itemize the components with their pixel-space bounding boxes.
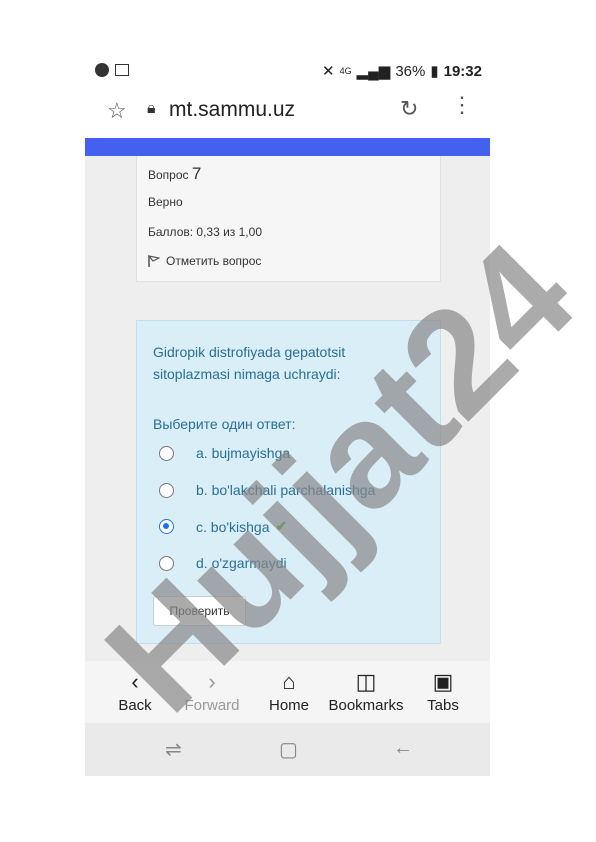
- mute-icon: ✕: [322, 63, 335, 80]
- question-number: Вопрос 7: [148, 164, 202, 183]
- back-arrow-icon: ‹: [131, 669, 139, 694]
- question-text: Gidropik distrofiyada gepatotsit sitopla…: [153, 344, 346, 382]
- signal-icon: ▂▄▆: [356, 63, 391, 80]
- phone-screen: ✕ 4G ▂▄▆ 36% ▮ 19:32 ☆ 🔒︎ mt.sammu.uz ↻ …: [85, 56, 490, 776]
- lock-icon: 🔒︎: [147, 100, 156, 117]
- radio-button[interactable]: [159, 445, 174, 461]
- radio-button-selected[interactable]: [159, 519, 174, 534]
- tabs-icon: ▣: [432, 669, 454, 694]
- answer-option[interactable]: b. bo'lakchali parchalanishga: [159, 482, 375, 498]
- home-icon: ⌂: [282, 669, 296, 694]
- answer-prompt: Выберите один ответ:: [153, 416, 296, 432]
- browser-nav-bar: ‹ Back › Forward ⌂ Home ◫ Bookmarks ▣ Ta…: [85, 661, 490, 723]
- image-notification-icon: [115, 64, 129, 76]
- page-content: Вопрос 7 Верно Баллов: 0,33 из 1,00 Отме…: [85, 156, 490, 661]
- question-state: Верно: [148, 195, 183, 209]
- nav-back[interactable]: ‹ Back: [95, 667, 175, 714]
- nav-bookmarks[interactable]: ◫ Bookmarks: [326, 667, 406, 714]
- bookmarks-icon: ◫: [355, 669, 377, 694]
- nav-tabs[interactable]: ▣ Tabs: [403, 667, 483, 714]
- battery-icon: ▮: [430, 63, 439, 80]
- system-nav-bar: ⇌ ▢ ←: [85, 723, 490, 776]
- recents-icon[interactable]: ⇌: [165, 737, 182, 762]
- network-type: 4G: [339, 66, 352, 76]
- home-button-icon[interactable]: ▢: [279, 737, 298, 762]
- flag-question-link[interactable]: Отметить вопрос: [148, 254, 261, 268]
- app-notification-icon: [95, 63, 109, 77]
- system-back-icon[interactable]: ←: [393, 737, 413, 760]
- reload-icon[interactable]: ↻: [400, 96, 418, 122]
- question-mark: Баллов: 0,33 из 1,00: [148, 225, 262, 239]
- nav-home[interactable]: ⌂ Home: [249, 667, 329, 714]
- site-header-bar: [85, 138, 490, 156]
- clock: 19:32: [443, 62, 482, 80]
- more-menu-icon[interactable]: ⋮: [451, 94, 473, 116]
- battery-percent: 36%: [395, 62, 426, 80]
- correct-check-icon: ✔: [275, 518, 288, 534]
- question-info-panel: Вопрос 7 Верно Баллов: 0,33 из 1,00 Отме…: [136, 156, 441, 282]
- forward-arrow-icon: ›: [208, 669, 216, 694]
- check-button[interactable]: Проверить: [153, 596, 246, 626]
- bookmark-star-icon[interactable]: ☆: [107, 98, 127, 124]
- flag-icon: [148, 254, 160, 267]
- status-bar: ✕ 4G ▂▄▆ 36% ▮ 19:32: [85, 56, 490, 86]
- url-bar: ☆ 🔒︎ mt.sammu.uz ↻ ⋮: [85, 86, 490, 136]
- answer-option[interactable]: c. bo'kishga ✔: [159, 518, 287, 535]
- answer-option[interactable]: d. o'zgarmaydi: [159, 555, 287, 571]
- question-box: Gidropik distrofiyada gepatotsit sitopla…: [136, 320, 441, 644]
- radio-button[interactable]: [159, 482, 174, 498]
- radio-button[interactable]: [159, 555, 174, 571]
- answer-option[interactable]: a. bujmayishga: [159, 445, 290, 461]
- url-text[interactable]: mt.sammu.uz: [169, 98, 295, 122]
- nav-forward[interactable]: › Forward: [172, 667, 252, 714]
